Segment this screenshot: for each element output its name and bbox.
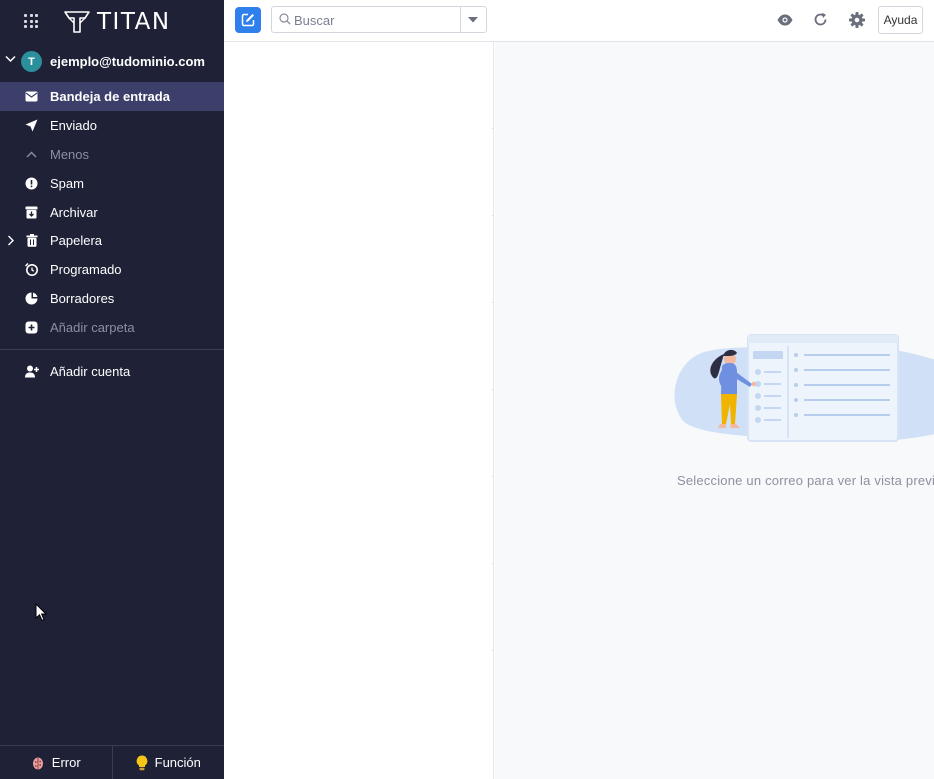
row-tick bbox=[492, 389, 494, 390]
folder-trash[interactable]: Papelera bbox=[0, 226, 224, 255]
folder-label: Añadir carpeta bbox=[50, 320, 135, 336]
sidebar: TITAN T ejemplo@tudominio.com Bandeja de… bbox=[0, 0, 224, 779]
brand-name: TITAN bbox=[97, 9, 171, 35]
archive-icon bbox=[25, 206, 38, 219]
folder-scheduled[interactable]: Programado bbox=[0, 255, 224, 284]
titan-logo-icon bbox=[64, 11, 90, 33]
sidebar-bottom-bar: Error Función bbox=[0, 745, 224, 779]
folder-inbox[interactable]: Bandeja de entrada bbox=[0, 82, 224, 111]
folder-archive[interactable]: Archivar bbox=[0, 198, 224, 227]
avatar: T bbox=[21, 51, 42, 72]
row-tick bbox=[492, 563, 494, 564]
brand-bar: TITAN bbox=[0, 0, 224, 42]
search-box bbox=[271, 6, 487, 33]
folder-list: Bandeja de entrada Enviado Menos Spam Ar… bbox=[0, 82, 224, 342]
folder-label: Menos bbox=[50, 146, 90, 162]
add-account-button[interactable]: Añadir cuenta bbox=[0, 360, 224, 384]
feature-label: Función bbox=[154, 755, 201, 770]
feature-request-button[interactable]: Función bbox=[113, 746, 225, 779]
titan-logo: TITAN bbox=[63, 9, 171, 35]
drafts-icon bbox=[25, 292, 38, 305]
search-separator bbox=[460, 7, 461, 32]
send-icon bbox=[25, 119, 38, 132]
search-options-dropdown-icon[interactable] bbox=[468, 17, 478, 23]
scheduled-icon bbox=[25, 263, 38, 277]
chevron-up-icon bbox=[25, 148, 38, 161]
empty-preview-illustration bbox=[674, 334, 934, 442]
inbox-icon bbox=[25, 90, 38, 103]
row-tick bbox=[492, 128, 494, 129]
folder-label: Spam bbox=[50, 175, 84, 191]
eye-icon[interactable] bbox=[777, 14, 793, 26]
row-tick bbox=[492, 302, 494, 303]
preview-pane: Seleccione un correo para ver la vista p… bbox=[495, 42, 934, 779]
spam-icon bbox=[25, 177, 38, 190]
add-account-label: Añadir cuenta bbox=[50, 364, 131, 379]
folder-spam[interactable]: Spam bbox=[0, 169, 224, 198]
search-icon bbox=[279, 13, 291, 25]
compose-button[interactable] bbox=[235, 7, 261, 33]
folder-drafts[interactable]: Borradores bbox=[0, 284, 224, 313]
compose-icon bbox=[241, 13, 255, 27]
chevron-right-icon[interactable] bbox=[7, 235, 14, 246]
account-email: ejemplo@tudominio.com bbox=[50, 54, 205, 69]
report-error-button[interactable]: Error bbox=[0, 746, 113, 779]
folder-label: Bandeja de entrada bbox=[50, 89, 170, 104]
row-tick bbox=[492, 476, 494, 477]
sidebar-divider bbox=[0, 349, 224, 350]
trash-icon bbox=[25, 234, 38, 248]
folder-label: Enviado bbox=[50, 117, 97, 133]
bug-icon bbox=[32, 757, 43, 770]
folder-label: Programado bbox=[50, 262, 122, 278]
apps-grid-icon[interactable] bbox=[24, 14, 38, 28]
account-row[interactable]: T ejemplo@tudominio.com bbox=[0, 49, 224, 73]
folder-label: Archivar bbox=[50, 204, 98, 220]
refresh-icon[interactable] bbox=[813, 12, 828, 27]
add-folder-icon bbox=[25, 321, 38, 334]
gear-icon[interactable] bbox=[849, 12, 865, 28]
folder-label: Borradores bbox=[50, 291, 115, 307]
folder-sent[interactable]: Enviado bbox=[0, 111, 224, 140]
chevron-down-icon[interactable] bbox=[5, 55, 16, 63]
search-input[interactable] bbox=[294, 11, 454, 29]
empty-preview-message: Seleccione un correo para ver la vista p… bbox=[677, 473, 934, 488]
help-button[interactable]: Ayuda bbox=[878, 6, 923, 34]
folder-less[interactable]: Menos bbox=[0, 140, 224, 169]
error-label: Error bbox=[51, 755, 81, 770]
top-toolbar: Ayuda bbox=[224, 0, 934, 42]
row-tick bbox=[492, 215, 494, 216]
email-list-pane bbox=[224, 42, 494, 779]
lightbulb-icon bbox=[136, 755, 147, 770]
add-user-icon bbox=[25, 365, 39, 381]
row-tick bbox=[492, 650, 494, 651]
folder-label: Papelera bbox=[50, 233, 103, 249]
folder-add[interactable]: Añadir carpeta bbox=[0, 313, 224, 342]
mouse-cursor-icon bbox=[35, 603, 47, 622]
